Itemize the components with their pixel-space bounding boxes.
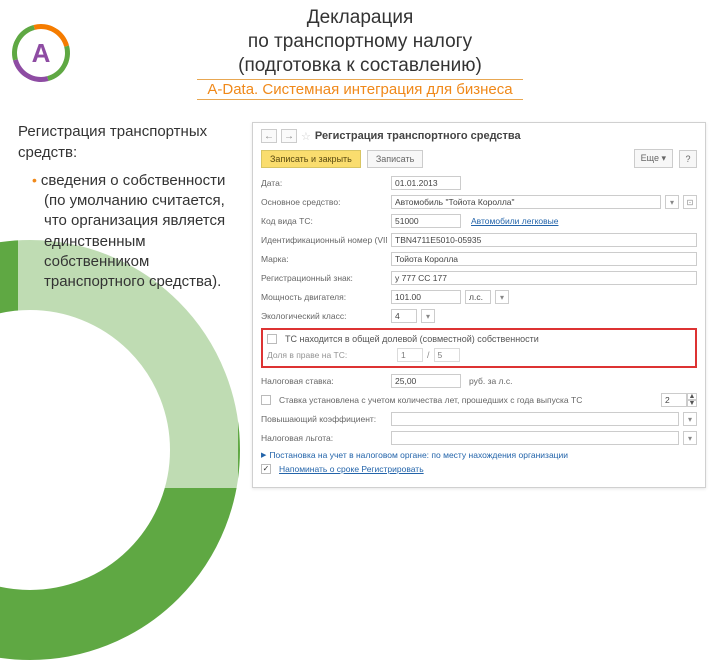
benefit-label: Налоговая льгота: <box>261 433 387 443</box>
power-field[interactable]: 101.00 <box>391 290 461 304</box>
picker-icon[interactable]: ▾ <box>665 195 679 209</box>
chevron-right-icon: ▶ <box>261 451 266 459</box>
reg-field[interactable]: у 777 СС 177 <box>391 271 697 285</box>
remind-checkbox[interactable] <box>261 464 271 474</box>
list-item: •сведения о собственности (по умолчанию … <box>32 171 238 293</box>
code-link[interactable]: Автомобили легковые <box>471 216 558 226</box>
os-field[interactable]: Автомобиль "Тойота Королла" <box>391 195 661 209</box>
star-icon[interactable]: ☆ <box>301 130 311 143</box>
dropdown-icon[interactable]: ▾ <box>495 290 509 304</box>
reg-label: Регистрационный знак: <box>261 273 387 283</box>
make-field[interactable]: Тойота Королла <box>391 252 697 266</box>
rate-coeff-label: Ставка установлена с учетом количества л… <box>279 395 657 405</box>
save-close-button[interactable]: Записать и закрыть <box>261 150 361 168</box>
code-label: Код вида ТС: <box>261 216 387 226</box>
help-button[interactable]: ? <box>679 150 697 168</box>
save-button[interactable]: Записать <box>367 150 423 168</box>
date-label: Дата: <box>261 178 387 188</box>
remind-link[interactable]: Напоминать о сроке Регистрировать <box>279 464 424 474</box>
share-b-field[interactable]: 5 <box>434 348 460 362</box>
share-a-field[interactable]: 1 <box>397 348 423 362</box>
make-label: Марка: <box>261 254 387 264</box>
more-button[interactable]: Еще ▾ <box>634 149 673 168</box>
tax-unit: руб. за л.с. <box>469 376 513 386</box>
open-icon[interactable]: ⊡ <box>683 195 697 209</box>
heading-line3: (подготовка к составлению) <box>0 54 720 78</box>
raise-field[interactable] <box>391 412 679 426</box>
nav-forward-button[interactable]: → <box>281 129 297 143</box>
tax-label: Налоговая ставка: <box>261 376 387 386</box>
code-field[interactable]: 51000 <box>391 214 461 228</box>
eco-label: Экологический класс: <box>261 311 387 321</box>
page-title: Регистрация транспортного средства <box>315 130 521 142</box>
reg-in-expander[interactable]: ▶ Постановка на учет в налоговом органе:… <box>261 450 697 460</box>
rate-coeff-stepper[interactable]: 2 ▲ ▼ <box>661 393 697 407</box>
dropdown-icon[interactable]: ▾ <box>683 412 697 426</box>
dropdown-icon[interactable]: ▾ <box>683 431 697 445</box>
share-label: Доля в праве на ТС: <box>267 350 393 360</box>
subheading: A-Data. Системная интеграция для бизнеса <box>197 79 522 100</box>
nav-back-button[interactable]: ← <box>261 129 277 143</box>
tax-field[interactable]: 25,00 <box>391 374 461 388</box>
vin-field[interactable]: TBN4711E5010-05935 <box>391 233 697 247</box>
chevron-down-icon[interactable]: ▼ <box>687 400 697 407</box>
heading-line2: по транспортному налогу <box>0 30 720 54</box>
raise-label: Повышающий коэффициент: <box>261 414 387 424</box>
eco-field[interactable]: 4 <box>391 309 417 323</box>
left-text-panel: Регистрация транспортных средств: •сведе… <box>18 122 238 488</box>
rate-coeff-checkbox[interactable] <box>261 395 271 405</box>
highlighted-section: ТС находится в общей долевой (совместной… <box>261 328 697 368</box>
date-field[interactable]: 01.01.2013 <box>391 176 461 190</box>
benefit-field[interactable] <box>391 431 679 445</box>
slide-heading: Декларация по транспортному налогу (подг… <box>0 0 720 77</box>
bullet-icon: • <box>32 172 37 188</box>
share-sep: / <box>427 350 430 360</box>
app-window: ← → ☆ Регистрация транспортного средства… <box>252 122 706 488</box>
heading-line1: Декларация <box>0 6 720 30</box>
chevron-up-icon[interactable]: ▲ <box>687 393 697 400</box>
os-label: Основное средство: <box>261 197 387 207</box>
power-unit-field[interactable]: л.с. <box>465 290 491 304</box>
power-label: Мощность двигателя: <box>261 292 387 302</box>
vin-label: Идентификационный номер (VIN): <box>261 235 387 245</box>
shared-checkbox[interactable] <box>267 334 277 344</box>
dropdown-icon[interactable]: ▾ <box>421 309 435 323</box>
shared-label: ТС находится в общей долевой (совместной… <box>285 334 539 344</box>
toolbar: Записать и закрыть Записать Еще ▾ ? <box>261 149 697 168</box>
left-title: Регистрация транспортных средств: <box>18 122 238 163</box>
rate-coeff-value[interactable]: 2 <box>661 393 687 407</box>
